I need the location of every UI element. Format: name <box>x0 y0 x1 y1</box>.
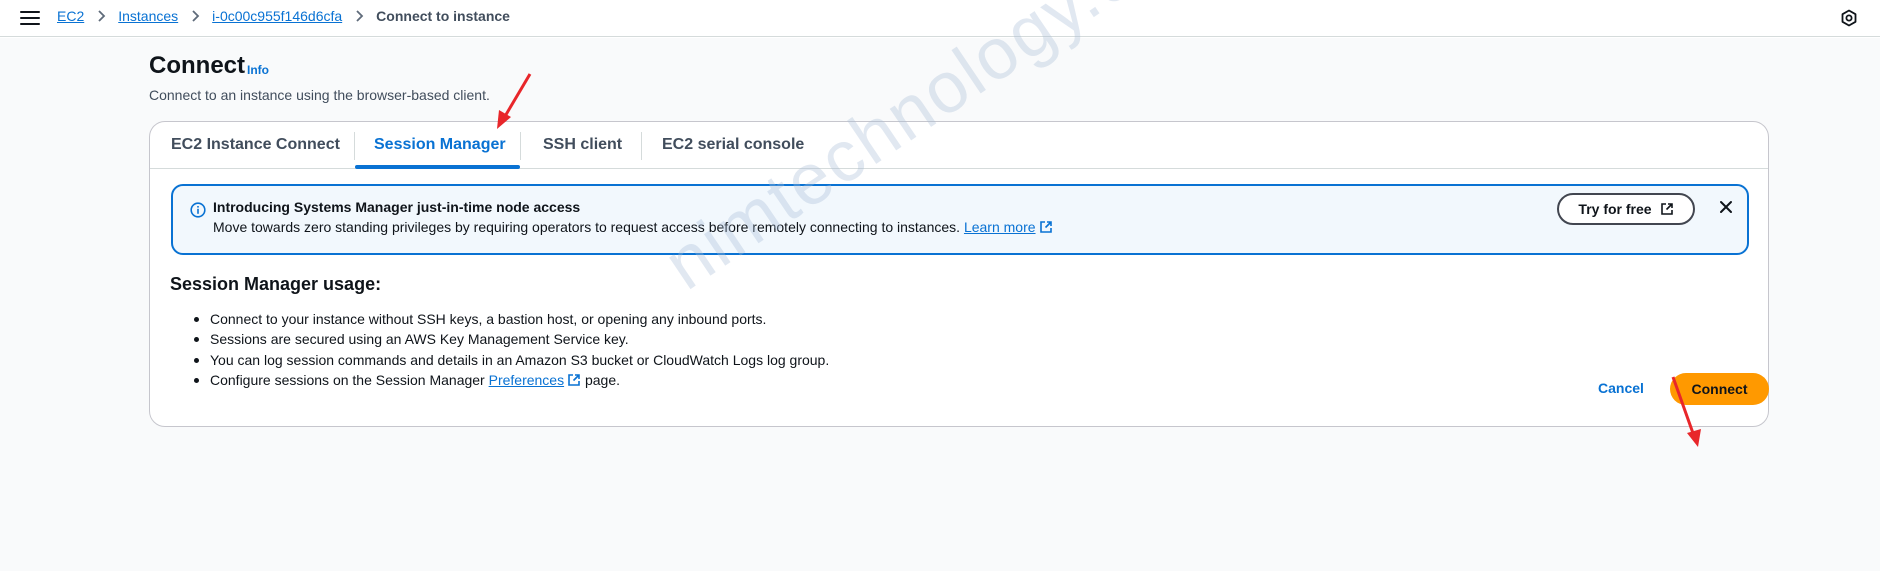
alert-message: Move towards zero standing privileges by… <box>213 219 961 235</box>
alert-text: Move towards zero standing privileges by… <box>213 219 1053 235</box>
usage-list: Connect to your instance without SSH key… <box>170 309 829 390</box>
info-icon <box>190 202 206 218</box>
connect-button[interactable]: Connect <box>1670 373 1769 405</box>
close-icon[interactable] <box>1718 199 1734 215</box>
tab-divider <box>520 132 521 160</box>
chevron-right-icon <box>354 10 364 22</box>
breadcrumb-current: Connect to instance <box>376 8 510 24</box>
preferences-label: Preferences <box>488 371 565 388</box>
usage-heading: Session Manager usage: <box>170 274 382 294</box>
try-for-free-label: Try for free <box>1578 201 1652 217</box>
chevron-right-icon <box>96 10 106 22</box>
tab-ec2-serial-console[interactable]: EC2 serial console <box>662 136 804 154</box>
chevron-right-icon <box>190 10 200 22</box>
active-tab-indicator <box>355 165 520 169</box>
tab-ec2-instance-connect[interactable]: EC2 Instance Connect <box>171 136 340 154</box>
main-content: Connect Info Connect to an instance usin… <box>0 0 1880 571</box>
cancel-button[interactable]: Cancel <box>1591 377 1651 399</box>
tab-session-manager[interactable]: Session Manager <box>374 136 506 154</box>
hamburger-menu-icon[interactable] <box>20 9 40 27</box>
usage-item-prefix: Configure sessions on the Session Manage… <box>210 371 485 388</box>
page-title: Connect <box>149 52 245 79</box>
breadcrumb-instances[interactable]: Instances <box>118 8 178 24</box>
info-alert: Introducing Systems Manager just-in-time… <box>171 184 1749 255</box>
breadcrumb-ec2[interactable]: EC2 <box>57 8 84 24</box>
tab-list: EC2 Instance Connect Session Manager SSH… <box>150 122 1768 169</box>
breadcrumb-instance-id[interactable]: i-0c00c955f146d6cfa <box>212 8 342 24</box>
alert-title: Introducing Systems Manager just-in-time… <box>213 199 581 215</box>
usage-list-item: You can log session commands and details… <box>170 350 829 370</box>
learn-more-link[interactable]: Learn more <box>964 219 1053 235</box>
top-navigation-bar: EC2 Instances i-0c00c955f146d6cfa Connec… <box>0 0 1880 37</box>
tab-divider <box>641 132 642 160</box>
preferences-link[interactable]: Preferences <box>489 372 581 388</box>
try-for-free-button[interactable]: Try for free <box>1557 193 1695 225</box>
usage-item-suffix: page. <box>584 371 621 388</box>
settings-hexagon-icon[interactable] <box>1840 9 1858 27</box>
external-link-icon <box>1660 203 1673 215</box>
page-description: Connect to an instance using the browser… <box>149 87 490 103</box>
usage-list-item: Connect to your instance without SSH key… <box>170 309 829 329</box>
tab-ssh-client[interactable]: SSH client <box>543 136 622 154</box>
learn-more-label: Learn more <box>963 219 1036 235</box>
usage-list-item: Sessions are secured using an AWS Key Ma… <box>170 329 829 349</box>
connect-panel: EC2 Instance Connect Session Manager SSH… <box>149 121 1769 427</box>
tab-divider <box>354 132 355 160</box>
external-link-icon <box>1039 221 1052 233</box>
usage-list-item: Configure sessions on the Session Manage… <box>170 370 829 390</box>
breadcrumb: EC2 Instances i-0c00c955f146d6cfa Connec… <box>57 8 510 24</box>
external-link-icon <box>568 374 580 386</box>
info-link[interactable]: Info <box>247 63 269 77</box>
